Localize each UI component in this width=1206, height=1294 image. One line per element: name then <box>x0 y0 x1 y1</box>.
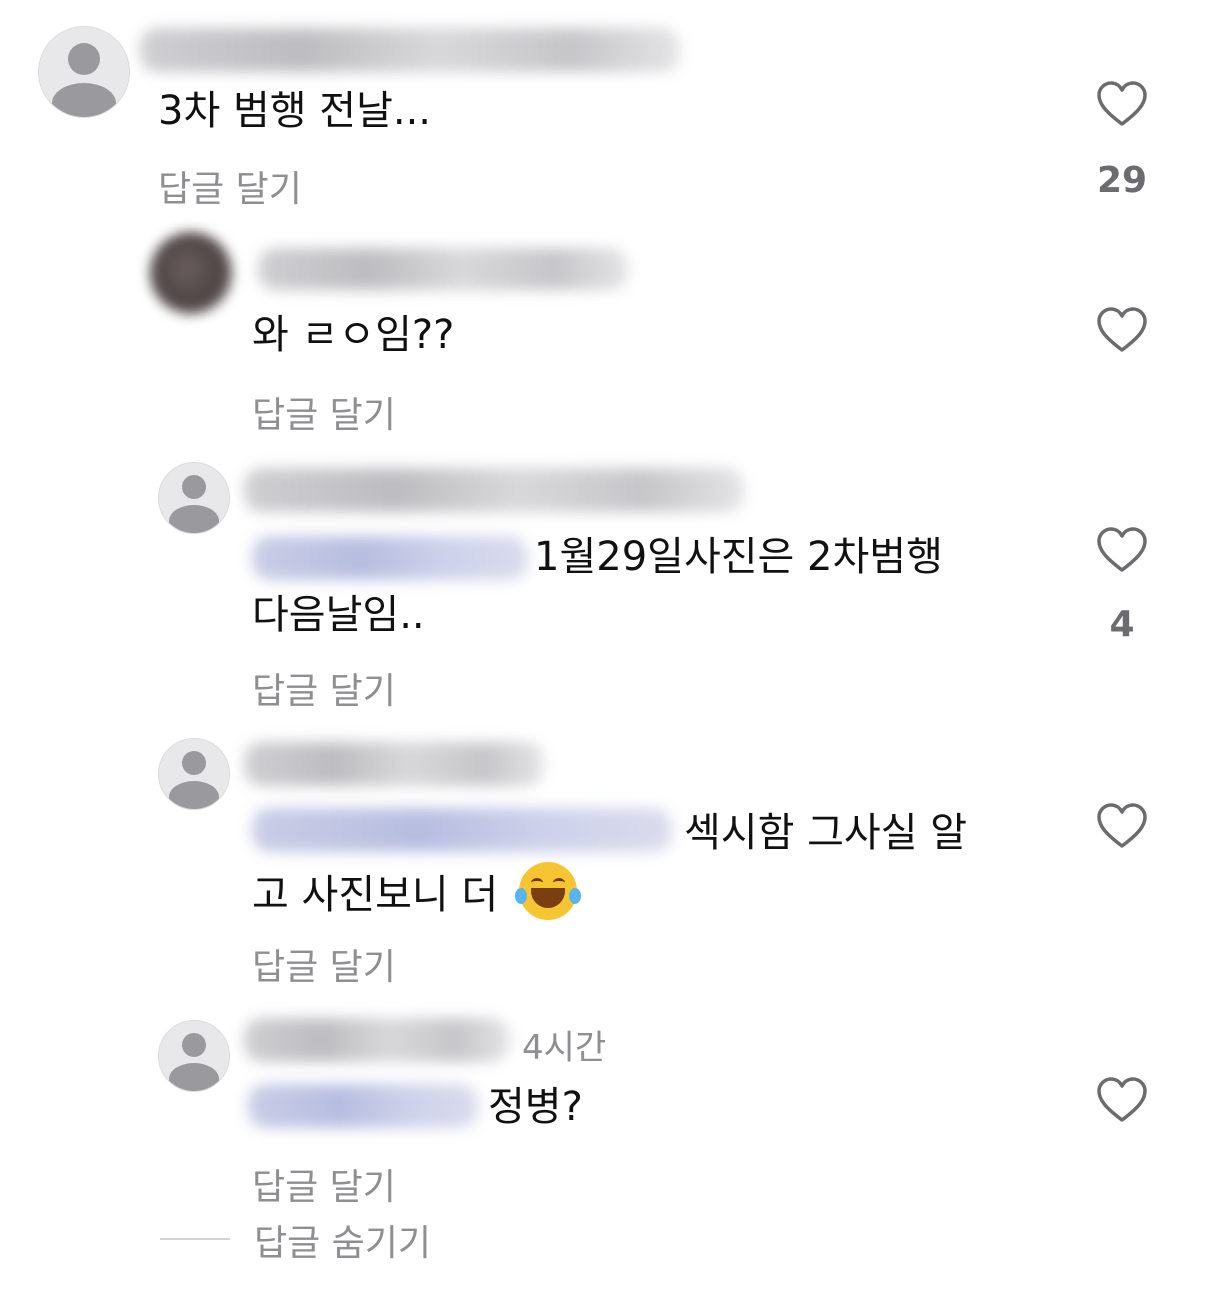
mention-redacted[interactable] <box>252 536 528 580</box>
laughing-tears-emoji-icon <box>514 862 581 920</box>
mention-redacted[interactable] <box>248 1084 478 1128</box>
heart-icon[interactable] <box>1096 802 1148 850</box>
avatar[interactable] <box>158 462 230 534</box>
like-count: 4 <box>1109 604 1135 645</box>
heart-icon[interactable] <box>1096 306 1148 354</box>
username-redacted[interactable] <box>244 742 544 786</box>
reply-button[interactable]: 답글 달기 <box>252 938 396 990</box>
divider-line <box>160 1238 230 1240</box>
comment-text-line2-text: 고 사진보니 더 <box>252 872 499 918</box>
mention-redacted[interactable] <box>252 808 672 852</box>
reply-button[interactable]: 답글 달기 <box>158 160 302 212</box>
heart-icon[interactable] <box>1096 526 1148 574</box>
username-redacted[interactable] <box>244 468 744 512</box>
comment-text: 3차 범행 전날... <box>158 88 432 134</box>
avatar[interactable] <box>158 738 230 810</box>
comment-text: 와 ㄹㅇ임?? <box>252 312 455 358</box>
comment-text-line1: 섹시함 그사실 알 <box>684 810 968 856</box>
username-redacted[interactable] <box>140 28 680 72</box>
heart-icon[interactable] <box>1096 80 1148 128</box>
hide-replies-button[interactable]: 답글 숨기기 <box>254 1214 431 1266</box>
comment-text-line1: 1월29일사진은 2차범행 <box>534 534 943 580</box>
avatar[interactable] <box>150 232 232 314</box>
comment-text-line2: 다음날임.. <box>252 592 425 638</box>
avatar[interactable] <box>38 26 130 118</box>
username-redacted[interactable] <box>244 1018 510 1062</box>
avatar[interactable] <box>158 1020 230 1092</box>
timestamp: 4시간 <box>522 1028 607 1068</box>
username-redacted[interactable] <box>258 248 628 290</box>
reply-button[interactable]: 답글 달기 <box>252 662 396 714</box>
like-count: 29 <box>1096 160 1148 201</box>
heart-icon[interactable] <box>1096 1076 1148 1124</box>
reply-button[interactable]: 답글 달기 <box>252 1158 396 1210</box>
comment-text-line2: 고 사진보니 더 <box>252 862 581 924</box>
reply-button[interactable]: 답글 달기 <box>252 386 396 438</box>
comment-text: 정병? <box>488 1084 583 1130</box>
